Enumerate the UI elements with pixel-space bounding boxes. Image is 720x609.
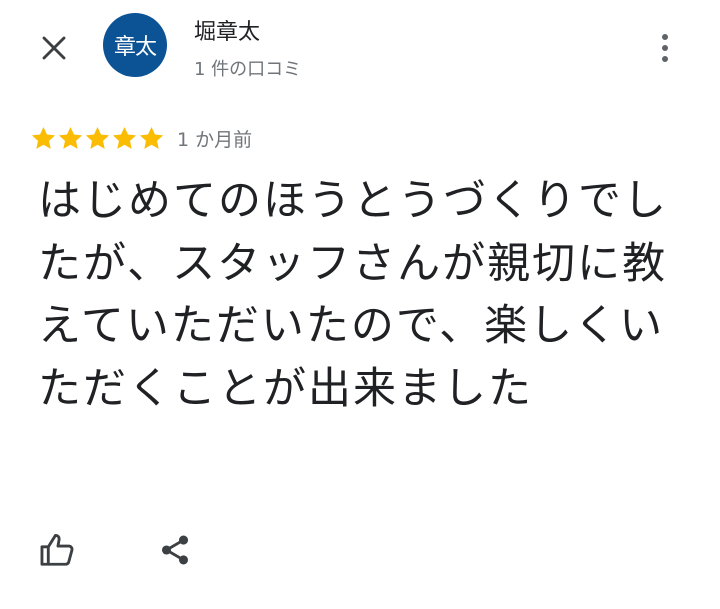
close-icon [42, 36, 66, 60]
star-icon [58, 126, 83, 149]
like-button[interactable] [32, 525, 82, 575]
reviewer-name[interactable]: 堀章太 [194, 14, 260, 46]
review-header: 章太 堀章太 1 件の口コミ [0, 0, 720, 100]
reviewer-review-count: 1 件の口コミ [194, 59, 302, 80]
rating-row: 1 か月前 [30, 123, 252, 153]
thumb-up-icon [40, 534, 74, 566]
close-button[interactable] [30, 24, 78, 72]
star-icon [112, 126, 137, 149]
more-options-button[interactable] [643, 24, 687, 72]
more-vert-icon [662, 34, 668, 62]
review-text: はじめてのほうとうづくりでしたが、スタッフさんが親切に教えていただいたので、楽し… [38, 176, 668, 414]
star-icon [139, 126, 164, 149]
share-icon [161, 535, 189, 565]
star-icon [85, 126, 110, 149]
share-button[interactable] [150, 525, 200, 575]
star-rating [30, 125, 165, 152]
avatar[interactable]: 章太 [103, 13, 167, 77]
review-time: 1 か月前 [177, 128, 253, 151]
star-icon [31, 126, 56, 149]
avatar-initials: 章太 [113, 35, 157, 60]
